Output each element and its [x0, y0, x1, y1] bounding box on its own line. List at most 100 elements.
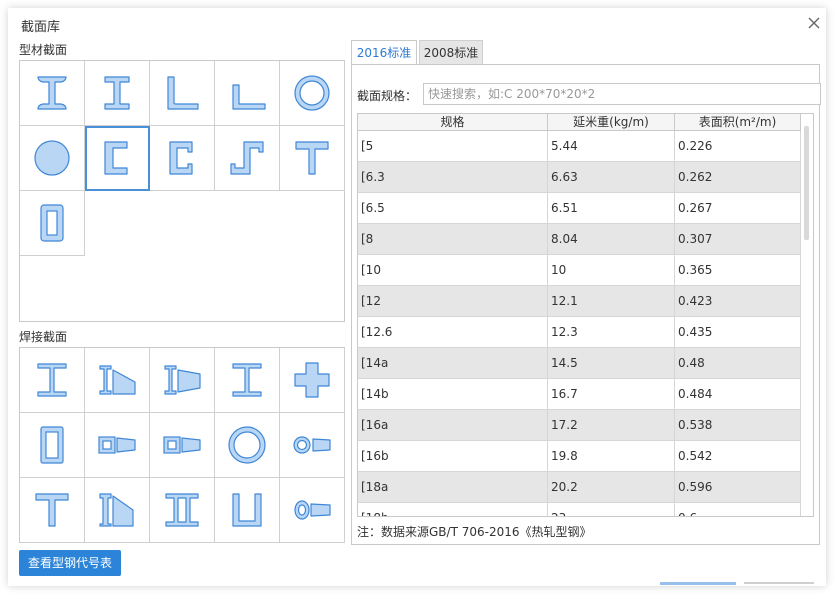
welded-h-section-icon	[232, 363, 262, 397]
welded-double-channel-cell[interactable]	[215, 478, 280, 543]
spec-cell: [8	[358, 224, 548, 254]
i-beam-narrow-section-icon	[104, 76, 130, 110]
spec-search-label: 截面规格：	[357, 89, 418, 103]
table-body: [5 5.44 0.226 [6.3 6.63 0.262 [6.5 6.51 0.267 [8 8…	[358, 131, 801, 516]
welded-tee-cell[interactable]	[20, 478, 85, 543]
table-row[interactable]: [16b 19.8 0.542	[358, 441, 801, 472]
spec-cell: [16b	[358, 441, 548, 471]
table-row[interactable]: [8 8.04 0.307	[358, 224, 801, 255]
area-cell: 0.423	[675, 286, 801, 316]
welded-section-grid	[20, 348, 345, 543]
area-cell: 0.484	[675, 379, 801, 409]
table-row[interactable]: [14b 16.7 0.484	[358, 379, 801, 410]
channel-cell[interactable]	[85, 126, 150, 191]
welded-double-i-cell[interactable]	[150, 478, 215, 543]
hidden-cancel-button-edge	[744, 582, 814, 584]
pipe-cell[interactable]	[280, 61, 345, 126]
spec-table-panel: 截面规格： 规格 延米重(kg/m) 表面积(m²/m) [55.440.226…	[351, 64, 821, 545]
tee-cell[interactable]	[280, 126, 345, 191]
pipe-section-icon	[294, 75, 330, 111]
welded-tapered-i-cell[interactable]	[85, 348, 150, 413]
area-cell: 0.226	[675, 131, 801, 161]
welded-tapered-tee-section-icon	[99, 493, 134, 527]
welded-tapered-flange-cell[interactable]	[150, 348, 215, 413]
area-cell: 0.596	[675, 472, 801, 502]
area-cell: 0.267	[675, 193, 801, 223]
table-row[interactable]: [18b230.6	[358, 503, 801, 516]
tab-2016-standard[interactable]: 2016标准	[351, 40, 417, 66]
spec-cell: [14a	[358, 348, 548, 378]
rect-tube-cell[interactable]	[20, 191, 85, 256]
area-cell: 0.435	[675, 317, 801, 347]
table-scrollbar[interactable]	[804, 126, 809, 240]
spec-cell: [12.6	[358, 317, 548, 347]
dialog-title: 截面库	[21, 20, 61, 35]
weight-cell: 20.2	[548, 472, 675, 502]
z-section-icon	[230, 141, 264, 175]
welded-h-cell[interactable]	[215, 348, 280, 413]
table-row[interactable]: [10 10 0.365	[358, 255, 801, 286]
angle-cell[interactable]	[150, 61, 215, 126]
table-header: 规格 延米重(kg/m) 表面积(m²/m)	[358, 114, 801, 131]
weight-cell: 17.2	[548, 410, 675, 440]
welded-i-section-icon	[37, 363, 67, 397]
welded-pipe-section-icon	[228, 426, 266, 464]
tee-section-icon	[295, 141, 329, 175]
welded-double-i-section-icon	[165, 493, 199, 527]
hidden-confirm-button-edge	[660, 582, 736, 585]
weight-cell: 6.51	[548, 193, 675, 223]
weight-cell: 6.63	[548, 162, 675, 192]
z-cell[interactable]	[215, 126, 280, 191]
close-icon[interactable]	[805, 14, 823, 32]
welded-oval-tapered-cell[interactable]	[280, 478, 345, 543]
welded-tapered-tee-cell[interactable]	[85, 478, 150, 543]
table-row[interactable]: [12.6 12.3 0.435	[358, 317, 801, 348]
welded-double-box-cell[interactable]	[150, 413, 215, 478]
data-source-note: 注：数据来源GB/T 706-2016《热轧型钢》	[357, 525, 592, 539]
round-bar-cell[interactable]	[20, 126, 85, 191]
profile-section-panel	[19, 60, 345, 322]
welded-section-label: 焊接截面	[19, 330, 68, 344]
channel-lipped-section-icon	[169, 141, 193, 175]
weight-cell: 12.1	[548, 286, 675, 316]
welded-box-tapered-cell[interactable]	[85, 413, 150, 478]
welded-tapered-i-section-icon	[99, 365, 136, 395]
weight-cell: 14.5	[548, 348, 675, 378]
i-beam-narrow-cell[interactable]	[85, 61, 150, 126]
welded-section-panel	[19, 347, 345, 543]
welded-pipe-tapered-cell[interactable]	[280, 413, 345, 478]
column-header-spec[interactable]: 规格	[358, 114, 548, 130]
channel-lipped-cell[interactable]	[150, 126, 215, 191]
welded-oval-tapered-section-icon	[294, 500, 331, 520]
welded-pipe-cell[interactable]	[215, 413, 280, 478]
area-cell: 0.542	[675, 441, 801, 471]
welded-box-cell[interactable]	[20, 413, 85, 478]
area-cell: 0.538	[675, 410, 801, 440]
view-steel-codes-button[interactable]: 查看型钢代号表	[19, 550, 121, 576]
welded-tee-section-icon	[35, 493, 69, 527]
table-row[interactable]: [5 5.44 0.226	[358, 131, 801, 162]
weight-cell: 12.3	[548, 317, 675, 347]
profile-section-label: 型材截面	[19, 43, 68, 57]
welded-cross-cell[interactable]	[280, 348, 345, 413]
welded-pipe-tapered-section-icon	[293, 436, 331, 454]
welded-i-cell[interactable]	[20, 348, 85, 413]
table-row[interactable]: [6.5 6.51 0.267	[358, 193, 801, 224]
tab-2008-standard[interactable]: 2008标准	[419, 40, 483, 66]
area-cell: 0.307	[675, 224, 801, 254]
table-row[interactable]: [12 12.1 0.423	[358, 286, 801, 317]
table-row[interactable]: [16a 17.2 0.538	[358, 410, 801, 441]
profile-section-grid	[20, 61, 345, 256]
i-beam-cell[interactable]	[20, 61, 85, 126]
angle-unequal-cell[interactable]	[215, 61, 280, 126]
spec-table: 规格 延米重(kg/m) 表面积(m²/m) [5 5.44 0.226 [6.3 6.…	[357, 113, 814, 517]
spec-search-input[interactable]	[423, 83, 821, 105]
angle-section-icon	[167, 76, 199, 110]
weight-cell: 5.44	[548, 131, 675, 161]
welded-cross-section-icon	[294, 362, 330, 398]
column-header-area[interactable]: 表面积(m²/m)	[675, 114, 801, 130]
table-row[interactable]: [6.3 6.63 0.262	[358, 162, 801, 193]
table-row[interactable]: [14a 14.5 0.48	[358, 348, 801, 379]
column-header-weight[interactable]: 延米重(kg/m)	[548, 114, 675, 130]
table-row[interactable]: [18a 20.2 0.596	[358, 472, 801, 503]
